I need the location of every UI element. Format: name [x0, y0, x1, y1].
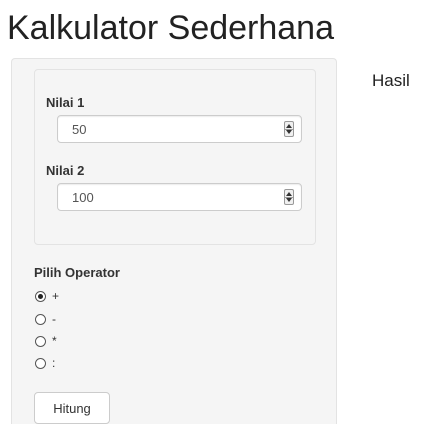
spinner-down-icon[interactable]	[286, 198, 292, 202]
nilai-1-value: 50	[72, 122, 87, 137]
operator-group-label: Pilih Operator	[34, 265, 120, 280]
radio-unchecked-icon[interactable]	[35, 335, 46, 347]
spinner-up-icon[interactable]	[286, 124, 292, 128]
operator-option-plus[interactable]: +	[35, 288, 59, 304]
sidebar-panel: Nilai 1 50 Nilai 2 100 Pilih Operator +	[11, 58, 337, 424]
nilai-1-input[interactable]: 50	[57, 115, 302, 143]
operator-option-multiply[interactable]: *	[35, 333, 57, 349]
operator-option-label: *	[52, 334, 57, 348]
spinner-down-icon[interactable]	[286, 130, 292, 134]
nilai-1-label: Nilai 1	[46, 95, 85, 110]
result-label: Hasil	[372, 71, 410, 90]
calculator-page: Kalkulator Sederhana Nilai 1 50 Nilai 2 …	[0, 0, 430, 424]
operator-option-label: -	[52, 312, 56, 326]
page-title: Kalkulator Sederhana	[7, 9, 335, 47]
nilai-2-value: 100	[72, 190, 94, 205]
nilai-2-label: Nilai 2	[46, 163, 85, 178]
nilai-1-spinner[interactable]	[284, 121, 294, 137]
radio-unchecked-icon[interactable]	[35, 313, 46, 325]
radio-unchecked-icon[interactable]	[35, 357, 46, 369]
spinner-up-icon[interactable]	[286, 192, 292, 196]
operator-option-minus[interactable]: -	[35, 311, 56, 327]
operator-option-divide[interactable]: :	[35, 355, 55, 371]
operator-option-label: :	[52, 356, 56, 370]
nilai-2-spinner[interactable]	[284, 189, 294, 205]
hitung-button[interactable]: Hitung	[34, 392, 110, 424]
operator-option-label: +	[52, 289, 60, 303]
radio-checked-icon[interactable]	[35, 290, 46, 302]
nilai-2-input[interactable]: 100	[57, 183, 302, 211]
